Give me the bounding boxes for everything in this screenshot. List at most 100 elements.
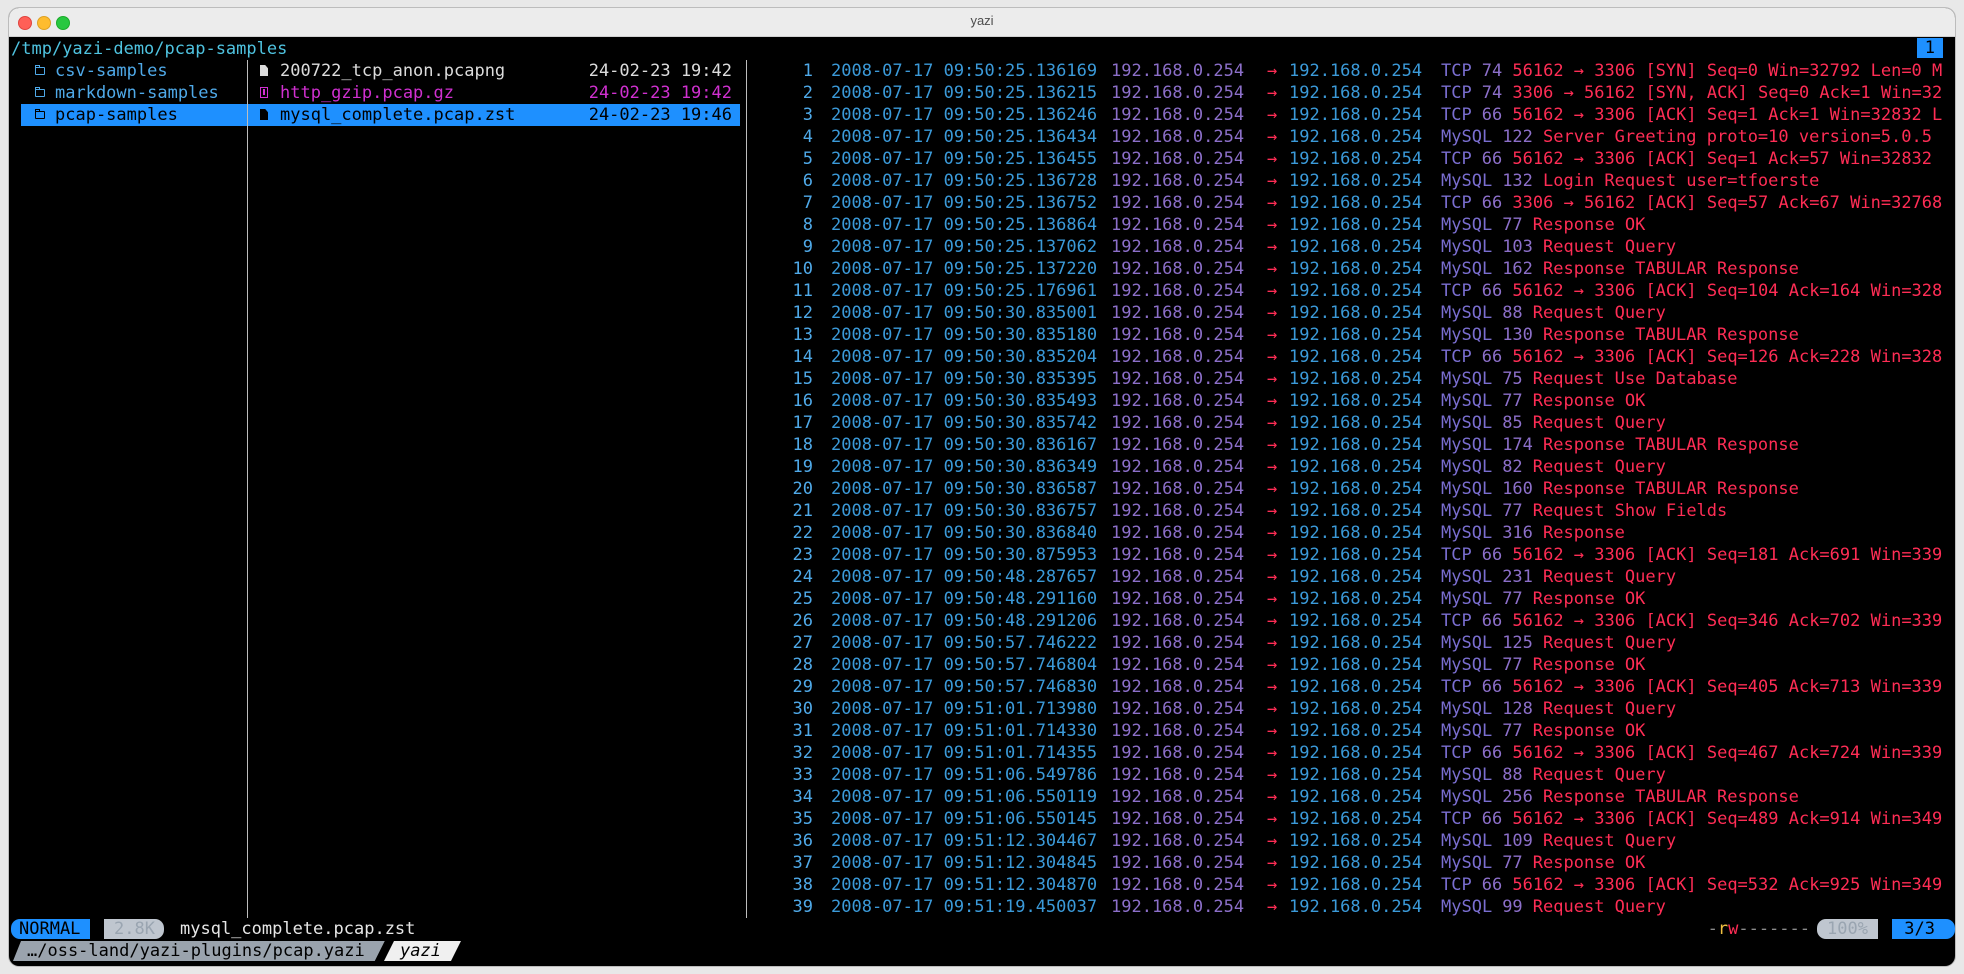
parent-item-label: markdown-samples bbox=[55, 83, 219, 103]
packet-time: 2008-07-17 09:50:30.836840 bbox=[831, 523, 1098, 543]
packet-time: 2008-07-17 09:50:25.176961 bbox=[831, 281, 1098, 301]
packet-destination: 192.168.0.254 bbox=[1289, 171, 1423, 191]
packet-protocol: MySQL bbox=[1441, 127, 1493, 147]
perm-write: w bbox=[1728, 919, 1739, 939]
packet-protocol: TCP bbox=[1441, 545, 1472, 565]
packet-destination: 192.168.0.254 bbox=[1289, 721, 1423, 741]
packet-time: 2008-07-17 09:51:06.549786 bbox=[831, 765, 1098, 785]
file-size-indicator: 2.8K bbox=[104, 919, 164, 939]
packet-time: 2008-07-17 09:50:57.746804 bbox=[831, 655, 1098, 675]
packet-length: 66 bbox=[1481, 149, 1503, 169]
arrow-icon: → bbox=[1267, 699, 1278, 719]
packet-info: Response bbox=[1543, 523, 1625, 543]
packet-time: 2008-07-17 09:50:30.835204 bbox=[831, 347, 1098, 367]
packet-protocol: MySQL bbox=[1441, 787, 1493, 807]
tab-number-badge[interactable]: 1 bbox=[1916, 38, 1943, 58]
arrow-icon: → bbox=[1267, 127, 1278, 147]
packet-info: Response OK bbox=[1532, 589, 1646, 609]
packet-destination: 192.168.0.254 bbox=[1289, 83, 1423, 103]
packet-destination: 192.168.0.254 bbox=[1289, 853, 1423, 873]
packet-row: 21 2008-07-17 09:50:30.836757 192.168.0.25… bbox=[753, 500, 1955, 522]
packet-source: 192.168.0.254 bbox=[1111, 897, 1245, 917]
packet-number: 17 bbox=[792, 413, 813, 433]
packet-time: 2008-07-17 09:50:25.136169 bbox=[831, 61, 1098, 81]
arrow-icon: → bbox=[1267, 479, 1278, 499]
packet-source: 192.168.0.254 bbox=[1111, 215, 1245, 235]
perm-prefix: - bbox=[1707, 919, 1718, 939]
packet-number: 23 bbox=[792, 545, 813, 565]
packet-number: 18 bbox=[792, 435, 813, 455]
packet-protocol: MySQL bbox=[1441, 435, 1493, 455]
packet-row: 17 2008-07-17 09:50:30.835742 192.168.0.25… bbox=[753, 412, 1955, 434]
packet-info: Request Query bbox=[1532, 457, 1666, 477]
tab-path[interactable]: …/oss-land/yazi-plugins/pcap.yazi bbox=[13, 941, 385, 961]
packet-number: 31 bbox=[792, 721, 813, 741]
packet-info: Response OK bbox=[1532, 215, 1646, 235]
packet-protocol: MySQL bbox=[1441, 413, 1493, 433]
packet-row: 23 2008-07-17 09:50:30.875953 192.168.0.25… bbox=[753, 544, 1955, 566]
file-row-zst-selected[interactable]: mysql_complete.pcap.zst 24-02-23 19:46 bbox=[252, 104, 740, 126]
file-date: 24-02-23 19:42 bbox=[588, 83, 732, 103]
packet-length: 231 bbox=[1502, 567, 1533, 587]
packet-row: 31 2008-07-17 09:51:01.714330 192.168.0.25… bbox=[753, 720, 1955, 742]
packet-info: Response OK bbox=[1532, 721, 1646, 741]
file-icon bbox=[260, 109, 270, 121]
packet-time: 2008-07-17 09:50:48.291206 bbox=[831, 611, 1098, 631]
packet-info: Response OK bbox=[1532, 391, 1646, 411]
packet-length: 109 bbox=[1502, 831, 1533, 851]
packet-destination: 192.168.0.254 bbox=[1289, 325, 1423, 345]
packet-time: 2008-07-17 09:51:01.714330 bbox=[831, 721, 1098, 741]
file-row-gzip[interactable]: http_gzip.pcap.gz 24-02-23 19:42 bbox=[252, 82, 740, 104]
packet-time: 2008-07-17 09:50:25.136246 bbox=[831, 105, 1098, 125]
arrow-icon: → bbox=[1267, 611, 1278, 631]
file-row-pcapng[interactable]: 200722_tcp_anon.pcapng 24-02-23 19:42 bbox=[252, 60, 740, 82]
packet-source: 192.168.0.254 bbox=[1111, 391, 1245, 411]
arrow-icon: → bbox=[1267, 501, 1278, 521]
packet-info: 56162 → 3306 [ACK] Seq=405 Ack=713 Win=3… bbox=[1512, 677, 1943, 697]
parent-item-csv-samples[interactable]: csv-samples bbox=[21, 60, 253, 82]
packet-length: 66 bbox=[1481, 611, 1503, 631]
packet-destination: 192.168.0.254 bbox=[1289, 523, 1423, 543]
packet-protocol: TCP bbox=[1441, 281, 1472, 301]
packet-row: 8 2008-07-17 09:50:25.136864 192.168.0.254… bbox=[753, 214, 1955, 236]
parent-item-pcap-samples[interactable]: pcap-samples bbox=[21, 104, 253, 126]
packet-source: 192.168.0.254 bbox=[1111, 149, 1245, 169]
packet-length: 66 bbox=[1481, 809, 1503, 829]
packet-protocol: MySQL bbox=[1441, 765, 1493, 785]
parent-directory-pane: csv-samples markdown-samples pcap-sample… bbox=[21, 60, 253, 126]
packet-destination: 192.168.0.254 bbox=[1289, 193, 1423, 213]
packet-time: 2008-07-17 09:51:12.304870 bbox=[831, 875, 1098, 895]
packet-length: 66 bbox=[1481, 545, 1503, 565]
packet-destination: 192.168.0.254 bbox=[1289, 897, 1423, 917]
arrow-icon: → bbox=[1267, 457, 1278, 477]
packet-length: 77 bbox=[1502, 721, 1523, 741]
packet-number: 21 bbox=[792, 501, 813, 521]
arrow-icon: → bbox=[1267, 523, 1278, 543]
packet-source: 192.168.0.254 bbox=[1111, 369, 1245, 389]
packet-destination: 192.168.0.254 bbox=[1289, 787, 1423, 807]
packet-protocol: TCP bbox=[1441, 809, 1472, 829]
packet-source: 192.168.0.254 bbox=[1111, 61, 1245, 81]
packet-row: 3 2008-07-17 09:50:25.136246 192.168.0.254… bbox=[753, 104, 1955, 126]
parent-item-markdown-samples[interactable]: markdown-samples bbox=[21, 82, 253, 104]
arrow-icon: → bbox=[1267, 215, 1278, 235]
packet-length: 74 bbox=[1481, 61, 1503, 81]
packet-time: 2008-07-17 09:50:48.291160 bbox=[831, 589, 1098, 609]
packet-protocol: MySQL bbox=[1441, 633, 1493, 653]
packet-destination: 192.168.0.254 bbox=[1289, 127, 1423, 147]
pcap-preview-pane[interactable]: 1 2008-07-17 09:50:25.136169 192.168.0.254… bbox=[753, 60, 1955, 918]
packet-number: 15 bbox=[792, 369, 813, 389]
packet-number: 30 bbox=[792, 699, 813, 719]
arrow-icon: → bbox=[1267, 721, 1278, 741]
packet-row: 24 2008-07-17 09:50:48.287657 192.168.0.25… bbox=[753, 566, 1955, 588]
packet-time: 2008-07-17 09:50:30.835742 bbox=[831, 413, 1098, 433]
packet-protocol: MySQL bbox=[1441, 831, 1493, 851]
packet-source: 192.168.0.254 bbox=[1111, 853, 1245, 873]
packet-info: Request Query bbox=[1543, 567, 1677, 587]
packet-time: 2008-07-17 09:50:25.136752 bbox=[831, 193, 1098, 213]
parent-item-label: csv-samples bbox=[55, 61, 168, 81]
packet-source: 192.168.0.254 bbox=[1111, 259, 1245, 279]
packet-time: 2008-07-17 09:50:25.136455 bbox=[831, 149, 1098, 169]
tab-yazi-active[interactable]: yazi bbox=[384, 941, 461, 961]
packet-info: 56162 → 3306 [ACK] Seq=104 Ack=164 Win=3… bbox=[1512, 281, 1943, 301]
